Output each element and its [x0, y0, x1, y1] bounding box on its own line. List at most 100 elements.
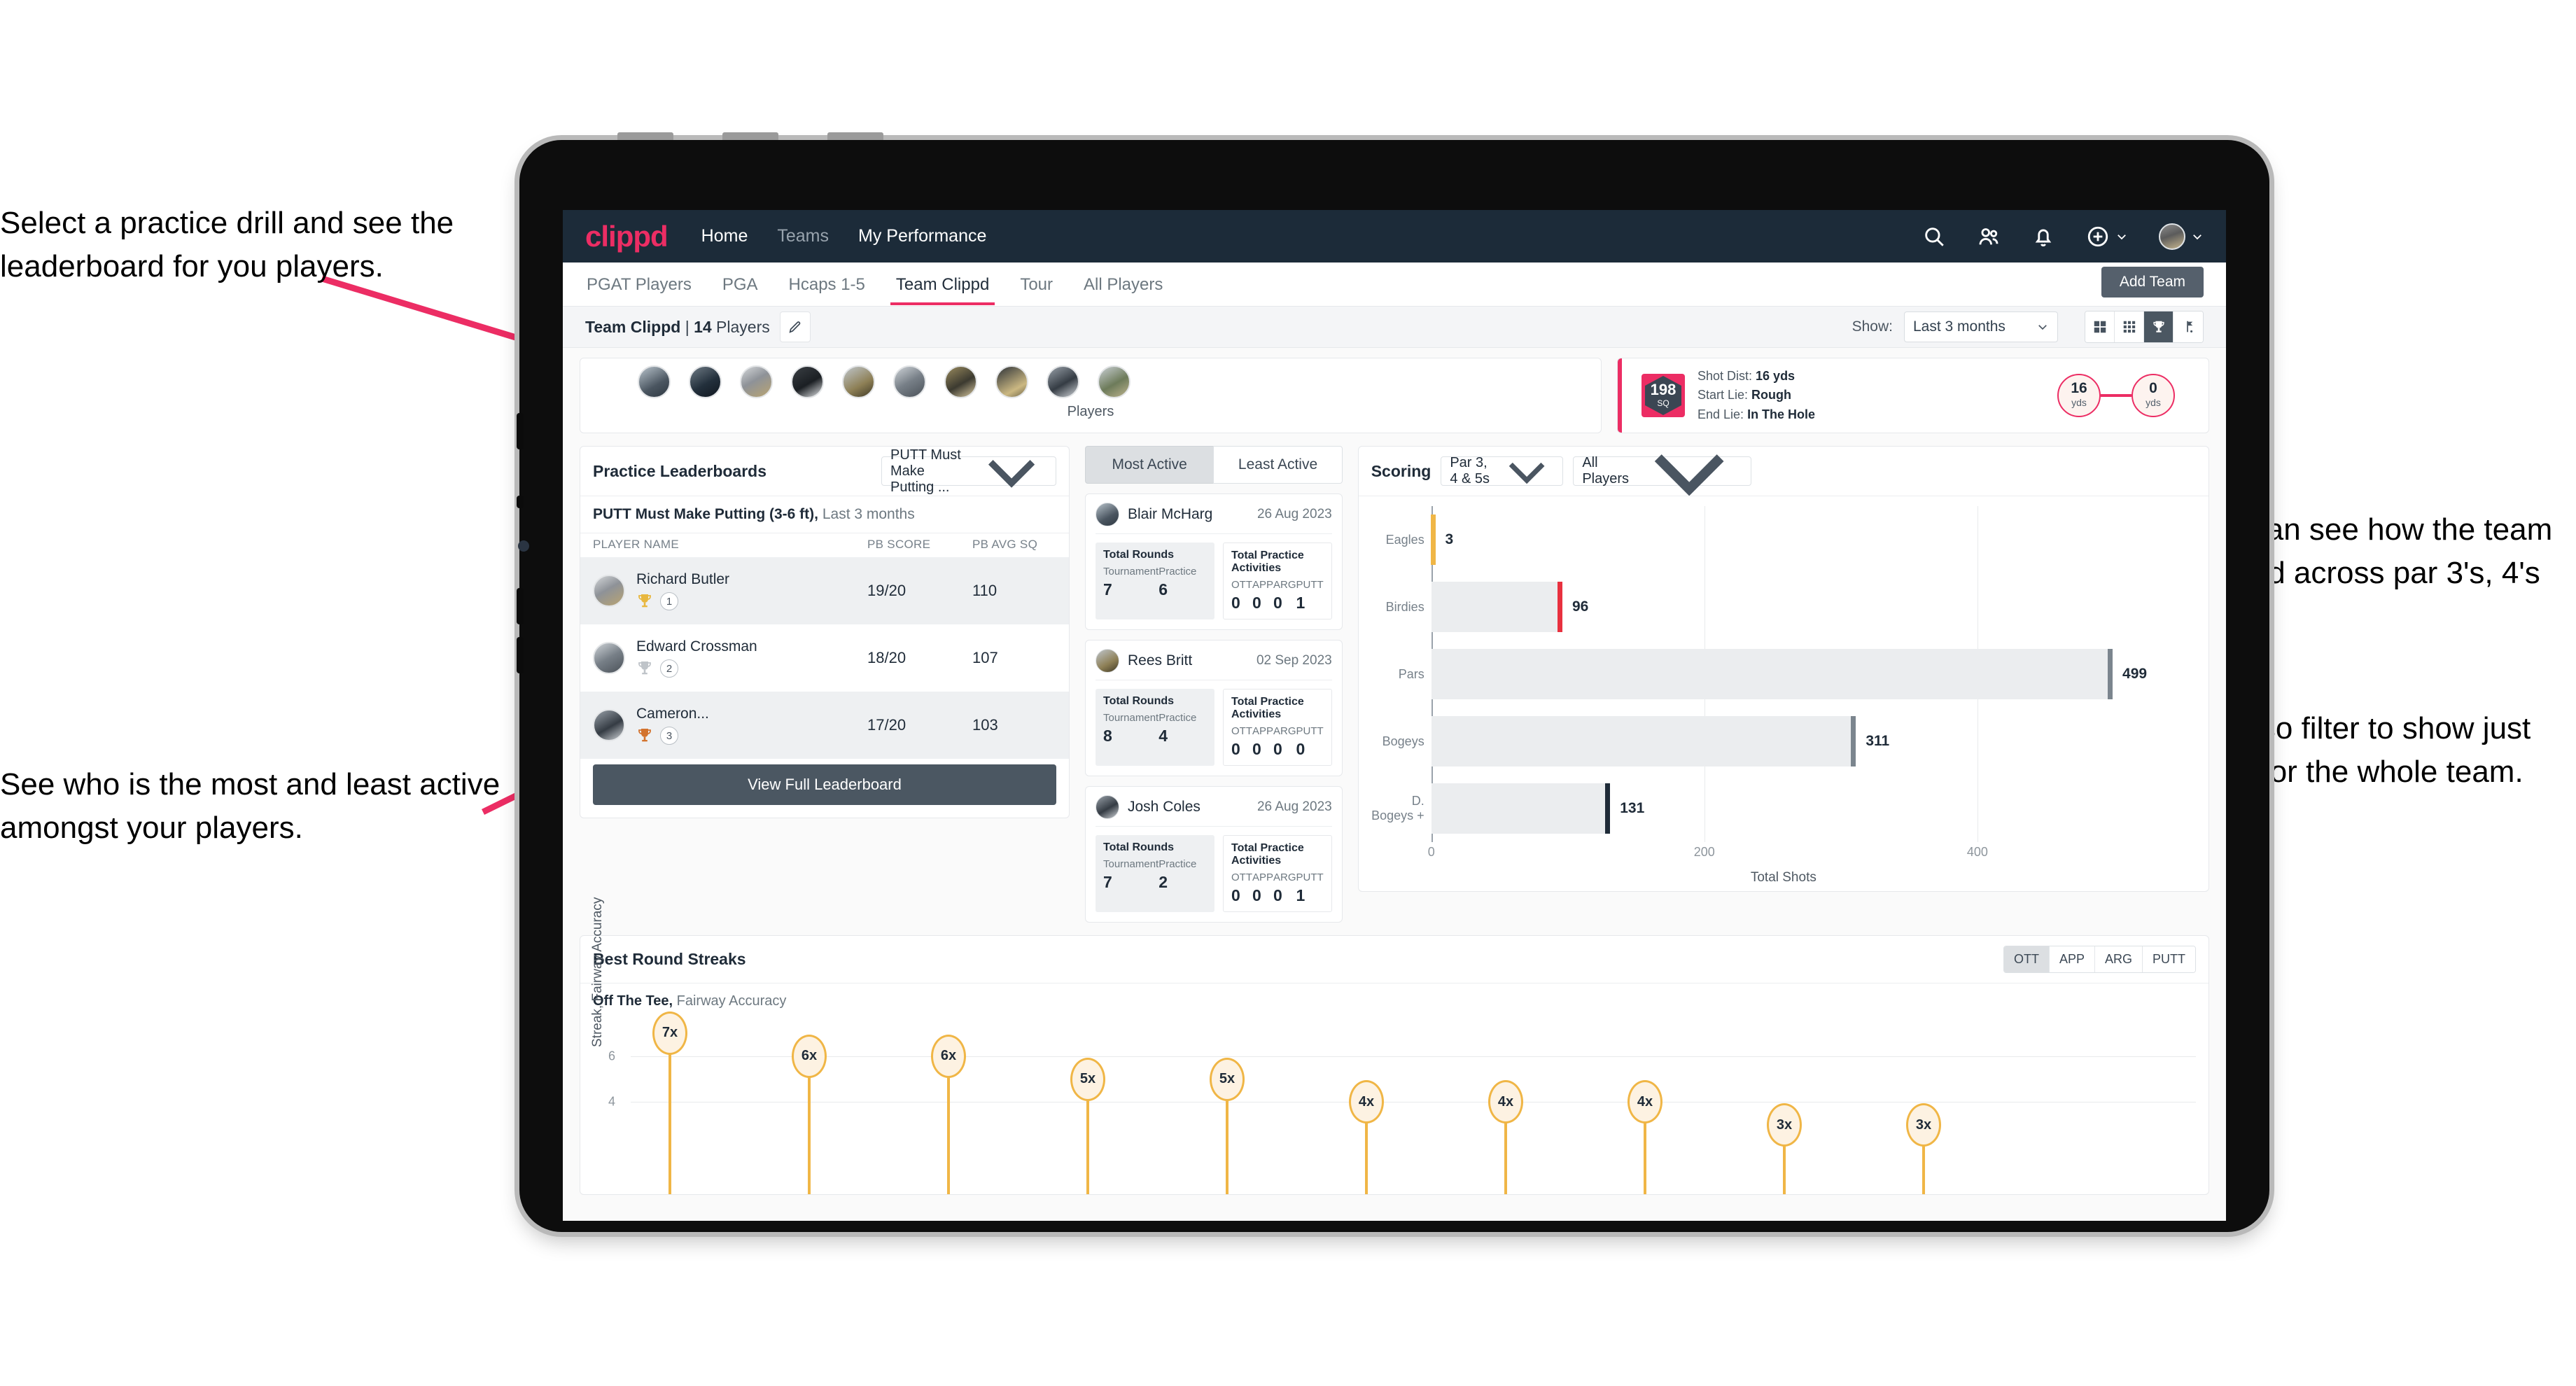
- grid-large-icon: [2094, 321, 2106, 333]
- activity-arg-label: ARG: [1273, 872, 1296, 883]
- flag-icon: [2187, 321, 2193, 332]
- nav-link-my-performance[interactable]: My Performance: [858, 226, 986, 246]
- tab-most-active[interactable]: Most Active: [1085, 446, 1214, 484]
- tab-all-players[interactable]: All Players: [1082, 264, 1164, 305]
- nav-link-home[interactable]: Home: [701, 226, 748, 246]
- total-rounds-cols: Tournament 7 Practice 2: [1103, 858, 1207, 892]
- player-avatar[interactable]: [689, 365, 722, 398]
- streak-bubble: 3x: [1906, 1103, 1941, 1147]
- player-avatar[interactable]: [842, 365, 875, 398]
- par-filter-select[interactable]: Par 3, 4 & 5s: [1441, 455, 1564, 486]
- player-avatar[interactable]: [1096, 649, 1119, 673]
- player-avatar[interactable]: [944, 365, 977, 398]
- activity-ott-label: OTT: [1231, 872, 1252, 883]
- tab-pga[interactable]: PGA: [721, 264, 760, 305]
- search-icon[interactable]: [1922, 225, 1946, 248]
- tablet-side-button-4: [517, 637, 524, 673]
- drill-name: PUTT Must Make Putting (3-6 ft),: [593, 506, 818, 522]
- view-mode-trophy[interactable]: [2144, 312, 2174, 342]
- shot-dist-line: Shot Dist: 16 yds: [1698, 367, 1815, 386]
- tab-least-active[interactable]: Least Active: [1213, 446, 1343, 484]
- tab-tour[interactable]: Tour: [1018, 264, 1054, 305]
- player-avatar[interactable]: [791, 365, 824, 398]
- player-avatar[interactable]: [1096, 503, 1119, 526]
- shot-start-unit: yds: [2071, 397, 2087, 408]
- streak-bubble: 6x: [792, 1034, 827, 1078]
- nav-link-teams[interactable]: Teams: [777, 226, 829, 246]
- scoring-x-axis-label: Total Shots: [1750, 870, 1816, 885]
- chart-bar-cap: [1430, 514, 1436, 565]
- chart-bar-track: 311: [1431, 716, 2196, 766]
- top-summary-row: Players 198 SQ Shot Dist: 16 yds Start L…: [580, 358, 2209, 433]
- shot-end-unit: yds: [2146, 397, 2161, 408]
- edit-team-button[interactable]: [779, 312, 811, 342]
- activity-card-header: Josh Coles 26 Aug 2023: [1096, 795, 1332, 826]
- activity-date: 26 Aug 2023: [1256, 507, 1332, 522]
- chart-bar-track: 499: [1431, 649, 2196, 699]
- trophy-icon: [638, 662, 651, 675]
- show-filter-group: Show: Last 3 months: [1852, 311, 2204, 343]
- drill-select[interactable]: PUTT Must Make Putting ...: [881, 447, 1056, 495]
- player-avatar[interactable]: [593, 575, 625, 607]
- tab-pgat-players[interactable]: PGAT Players: [585, 264, 693, 305]
- activity-card[interactable]: Josh Coles 26 Aug 2023 Total Rounds Tournam…: [1085, 786, 1343, 923]
- leaderboard-pb-avg-sq: 110: [972, 582, 997, 599]
- player-avatar[interactable]: [1046, 365, 1079, 398]
- streak-bubble: 3x: [1767, 1103, 1802, 1147]
- avatar[interactable]: [2159, 223, 2185, 250]
- player-avatar[interactable]: [593, 709, 625, 741]
- streaks-tab-app[interactable]: APP: [2049, 946, 2095, 972]
- chevron-down-icon[interactable]: [2115, 230, 2128, 243]
- trophy-icon: [2152, 321, 2164, 332]
- leaderboard-row[interactable]: Cameron... 3 17/20 103: [580, 692, 1069, 759]
- team-subheader: Team Clippd | 14 Players Show: Last 3 mo…: [563, 306, 2226, 348]
- view-mode-grid-large[interactable]: [2085, 312, 2115, 342]
- streaks-y-tick: 4: [608, 1094, 616, 1109]
- shot-quality-label: SQ: [1657, 398, 1670, 408]
- add-menu[interactable]: [2086, 225, 2128, 248]
- user-menu[interactable]: [2159, 223, 2204, 250]
- view-full-leaderboard-button[interactable]: View Full Leaderboard: [593, 764, 1056, 805]
- chart-bar-category: D. Bogeys +: [1371, 794, 1424, 822]
- column-pb-score: PB SCORE: [867, 538, 931, 551]
- rounds-tournament: Tournament 7: [1103, 566, 1158, 599]
- activity-card[interactable]: Blair McHarg 26 Aug 2023 Total Rounds Tourn…: [1085, 493, 1343, 630]
- team-separator: |: [680, 317, 694, 336]
- player-avatar[interactable]: [638, 365, 671, 398]
- streaks-tab-arg[interactable]: ARG: [2094, 946, 2143, 972]
- tab-hcaps-1-5[interactable]: Hcaps 1-5: [788, 264, 867, 305]
- streak-bubble: 4x: [1628, 1080, 1662, 1124]
- leaderboard-row[interactable]: Edward Crossman 2 18/20 107: [580, 624, 1069, 692]
- player-filter-select[interactable]: All Players: [1573, 454, 1752, 496]
- tab-team-clippd[interactable]: Team Clippd: [890, 264, 995, 305]
- activity-card-body: Total Rounds Tournament 7 Practice 6 Total Pr…: [1096, 533, 1332, 620]
- add-team-button[interactable]: Add Team: [2101, 267, 2204, 298]
- player-avatar[interactable]: [1096, 795, 1119, 819]
- chevron-down-icon[interactable]: [2191, 230, 2204, 243]
- people-icon[interactable]: [1977, 225, 2001, 248]
- clippd-logo[interactable]: clippd: [585, 220, 668, 253]
- activity-card[interactable]: Rees Britt 02 Sep 2023 Total Rounds Tournam…: [1085, 640, 1343, 776]
- leaderboard-row[interactable]: Richard Butler 1 19/20 110: [580, 557, 1069, 624]
- view-mode-flag[interactable]: [2174, 312, 2203, 342]
- leaderboard-rank: 1: [660, 592, 678, 610]
- view-mode-grid-small[interactable]: [2115, 312, 2144, 342]
- leaderboard-player: Edward Crossman 2: [636, 638, 867, 678]
- player-avatar[interactable]: [593, 642, 625, 674]
- activity-putt-value: 1: [1296, 594, 1306, 612]
- streaks-tab-putt[interactable]: PUTT: [2143, 946, 2195, 972]
- activity-card-list: Blair McHarg 26 Aug 2023 Total Rounds Tourn…: [1085, 493, 1343, 923]
- player-avatar[interactable]: [893, 365, 926, 398]
- show-period-select[interactable]: Last 3 months: [1904, 312, 2058, 342]
- player-avatar[interactable]: [995, 365, 1028, 398]
- streaks-tab-ott[interactable]: OTT: [2003, 946, 2050, 972]
- player-avatar[interactable]: [1098, 365, 1130, 398]
- bell-icon[interactable]: [2031, 225, 2055, 248]
- activity-card-header: Rees Britt 02 Sep 2023: [1096, 649, 1332, 680]
- player-avatar[interactable]: [740, 365, 773, 398]
- chevron-down-icon: [2038, 325, 2047, 330]
- chart-bar-row: Bogeys 311: [1371, 708, 2196, 775]
- rounds-tournament-value: 7: [1103, 580, 1112, 598]
- activity-date: 26 Aug 2023: [1256, 799, 1332, 814]
- plus-circle-icon[interactable]: [2086, 225, 2110, 248]
